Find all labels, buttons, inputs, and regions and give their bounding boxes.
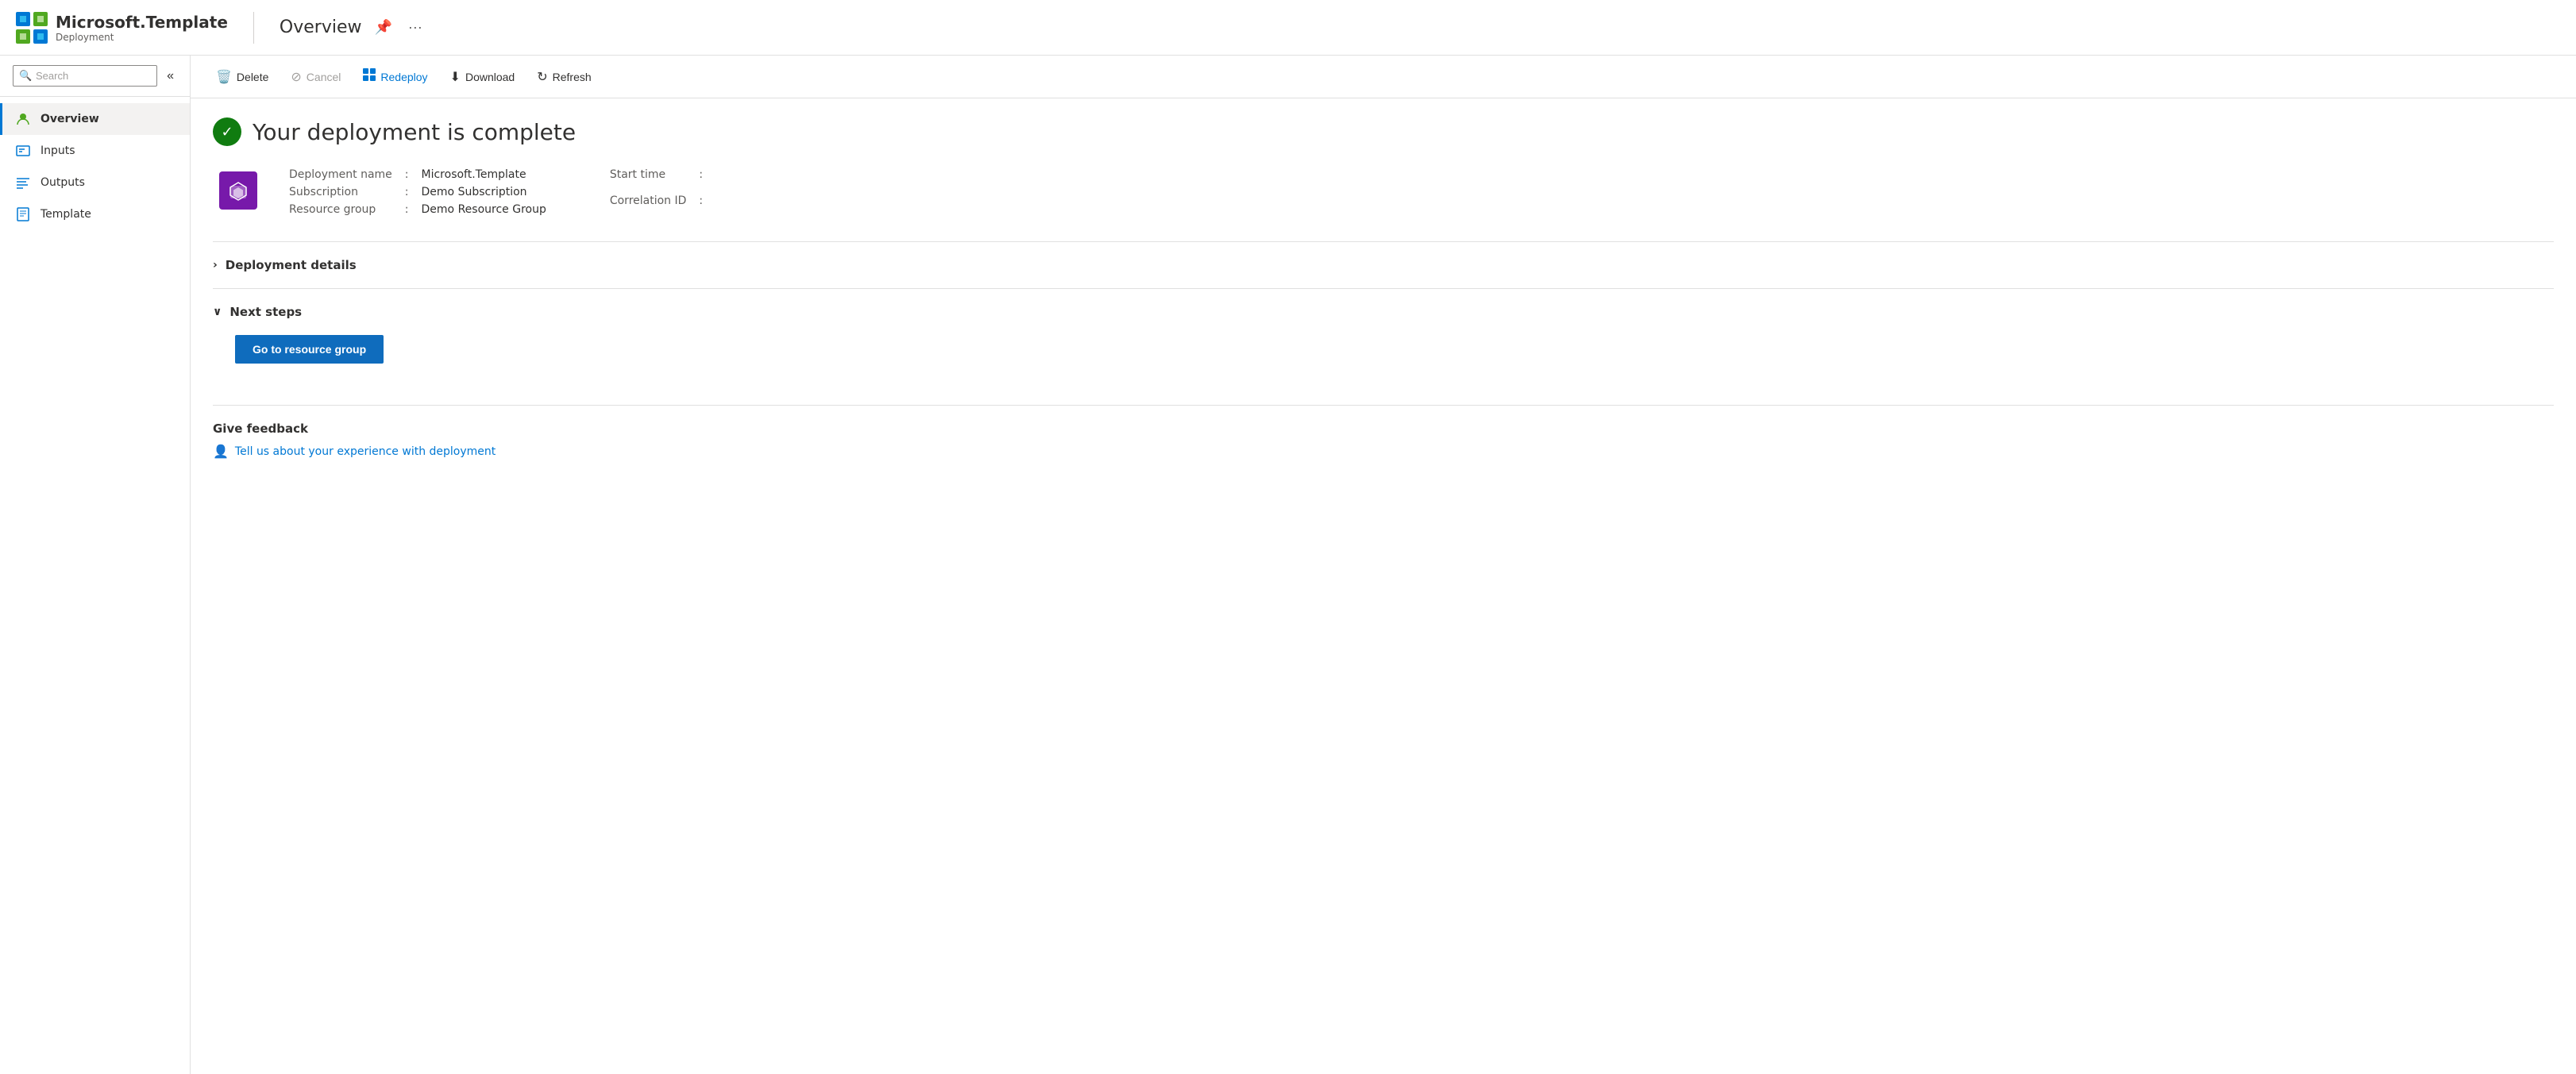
- subscription-colon: :: [405, 186, 409, 198]
- deployment-details-header[interactable]: › Deployment details: [213, 255, 2554, 275]
- deployment-resource-icon: [219, 171, 257, 210]
- more-options-button[interactable]: ···: [405, 16, 426, 39]
- deployment-complete-title: Your deployment is complete: [253, 119, 576, 145]
- status-check-icon: ✓: [213, 117, 241, 146]
- cancel-button[interactable]: ⊘ Cancel: [281, 64, 350, 90]
- pin-button[interactable]: 📌: [371, 16, 395, 39]
- correlation-id-colon: :: [699, 194, 703, 207]
- feedback-link-text: Tell us about your experience with deplo…: [235, 445, 496, 458]
- outputs-icon: [15, 175, 31, 191]
- refresh-icon: ↻: [537, 69, 547, 85]
- header-page-title: Overview: [280, 17, 362, 37]
- template-icon: [15, 206, 31, 222]
- sidebar-overview-label: Overview: [40, 113, 99, 125]
- header-logo: Microsoft.Template Deployment: [16, 12, 228, 44]
- header-subtitle: Deployment: [56, 32, 228, 43]
- info-columns: Deployment name : Microsoft.Template Sub…: [289, 168, 715, 216]
- resource-group-label: Resource group: [289, 203, 392, 216]
- sidebar-item-outputs[interactable]: Outputs: [0, 167, 190, 198]
- start-time-label: Start time: [610, 168, 687, 181]
- app-shell: Microsoft.Template Deployment Overview 📌…: [0, 0, 2576, 1074]
- cancel-label: Cancel: [307, 71, 341, 83]
- info-grid-left: Deployment name : Microsoft.Template Sub…: [289, 168, 546, 216]
- inputs-icon: [15, 143, 31, 159]
- download-label: Download: [465, 71, 515, 83]
- info-grid-right: Start time : Correlation ID :: [610, 168, 715, 216]
- next-steps-label: Next steps: [229, 305, 302, 319]
- deployment-info: Deployment name : Microsoft.Template Sub…: [213, 168, 2554, 216]
- feedback-section: Give feedback 👤 Tell us about your exper…: [213, 405, 2554, 459]
- next-steps-content: Go to resource group: [213, 322, 2554, 370]
- sidebar-item-overview[interactable]: Overview: [0, 103, 190, 135]
- subscription-value: Demo Subscription: [422, 186, 546, 198]
- sidebar-item-template[interactable]: Template: [0, 198, 190, 230]
- delete-label: Delete: [237, 71, 268, 83]
- sidebar-template-label: Template: [40, 208, 91, 221]
- feedback-person-icon: 👤: [213, 444, 229, 459]
- resource-group-value: Demo Resource Group: [422, 203, 546, 216]
- redeploy-button[interactable]: Redeploy: [353, 64, 437, 90]
- delete-button[interactable]: 🗑️ Delete: [206, 64, 278, 90]
- deployment-details-chevron: ›: [213, 259, 218, 271]
- sidebar-item-inputs[interactable]: Inputs: [0, 135, 190, 167]
- header-page-title-group: Overview 📌 ···: [280, 16, 2560, 39]
- start-time-colon: :: [699, 168, 703, 181]
- deployment-details-section: › Deployment details: [213, 241, 2554, 288]
- download-button[interactable]: ⬇ Download: [441, 64, 525, 90]
- overview-body: ✓ Your deployment is complete D: [191, 98, 2576, 478]
- main-content: 🗑️ Delete ⊘ Cancel: [191, 56, 2576, 1074]
- feedback-link[interactable]: 👤 Tell us about your experience with dep…: [213, 444, 2554, 459]
- goto-resource-group-button[interactable]: Go to resource group: [235, 335, 384, 364]
- collapse-sidebar-button[interactable]: «: [164, 66, 177, 87]
- resource-group-colon: :: [405, 203, 409, 216]
- search-input[interactable]: [13, 65, 157, 87]
- deployment-name-colon: :: [405, 168, 409, 181]
- content-area: 🔍 « Overview: [0, 56, 2576, 1074]
- next-steps-chevron: ∨: [213, 306, 222, 318]
- azure-logo-icon: [16, 12, 48, 44]
- toolbar: 🗑️ Delete ⊘ Cancel: [191, 56, 2576, 98]
- deployment-name-value: Microsoft.Template: [422, 168, 546, 181]
- sidebar-nav: Overview Inputs: [0, 97, 190, 237]
- redeploy-icon: [363, 68, 376, 85]
- sidebar-search-container: 🔍 «: [0, 56, 190, 97]
- cancel-icon: ⊘: [291, 69, 301, 85]
- deployment-details-label: Deployment details: [226, 258, 357, 272]
- next-steps-header[interactable]: ∨ Next steps: [213, 302, 2554, 322]
- header: Microsoft.Template Deployment Overview 📌…: [0, 0, 2576, 56]
- sidebar: 🔍 « Overview: [0, 56, 191, 1074]
- header-divider: [253, 12, 254, 44]
- goto-resource-group-label: Go to resource group: [253, 343, 366, 356]
- subscription-label: Subscription: [289, 186, 392, 198]
- redeploy-label: Redeploy: [380, 71, 427, 83]
- feedback-title: Give feedback: [213, 422, 2554, 436]
- sidebar-outputs-label: Outputs: [40, 176, 85, 189]
- header-main-title: Microsoft.Template: [56, 13, 228, 32]
- correlation-id-label: Correlation ID: [610, 194, 687, 207]
- refresh-button[interactable]: ↻ Refresh: [527, 64, 600, 90]
- header-title-group: Microsoft.Template Deployment: [56, 13, 228, 43]
- deployment-name-label: Deployment name: [289, 168, 392, 181]
- overview-icon: [15, 111, 31, 127]
- search-wrap: 🔍: [13, 65, 157, 87]
- delete-icon: 🗑️: [216, 69, 232, 85]
- download-icon: ⬇: [450, 69, 461, 85]
- deployment-status: ✓ Your deployment is complete: [213, 117, 2554, 146]
- sidebar-inputs-label: Inputs: [40, 144, 75, 157]
- refresh-label: Refresh: [553, 71, 592, 83]
- next-steps-section: ∨ Next steps Go to resource group: [213, 288, 2554, 383]
